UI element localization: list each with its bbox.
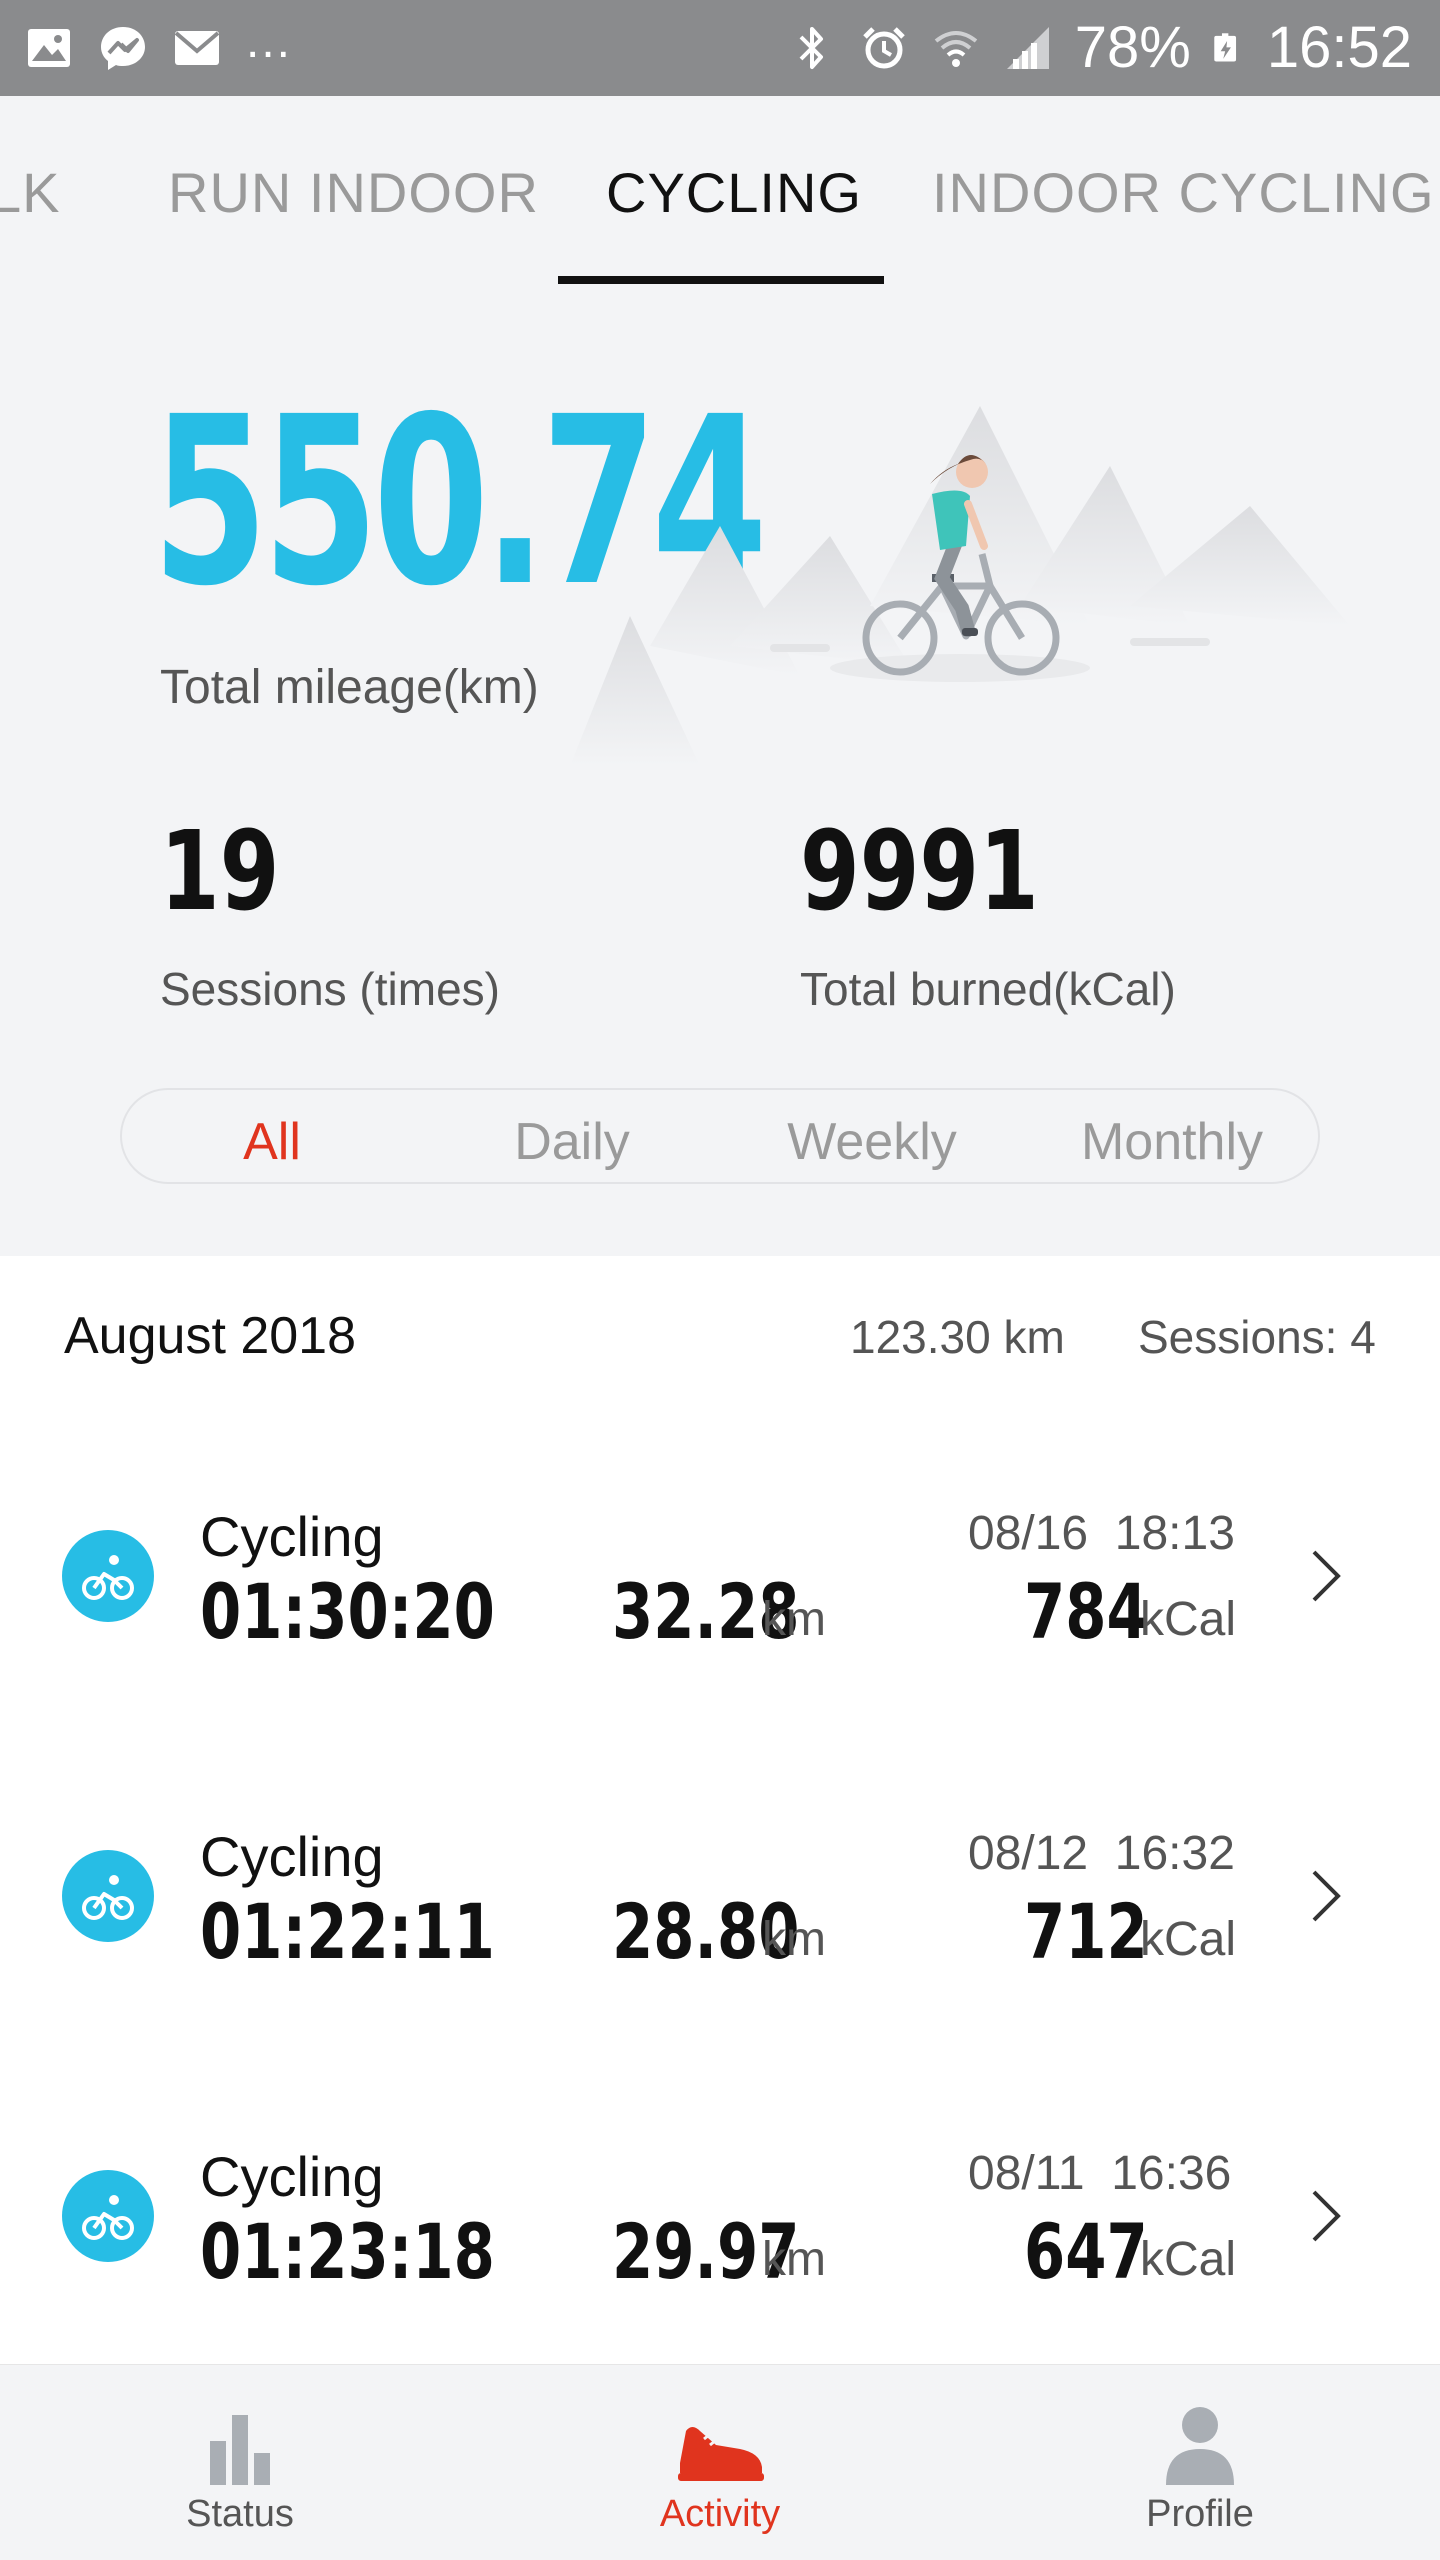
period-all-button[interactable]: All [122, 1112, 422, 1172]
nav-activity[interactable]: Activity [620, 2401, 820, 2536]
cyclist-illustration [570, 406, 1350, 766]
session-duration: 01:30:20 [200, 1567, 495, 1656]
clock: 16:52 [1266, 15, 1412, 80]
wifi-icon [934, 31, 977, 67]
chevron-right-icon[interactable] [1304, 1864, 1348, 1928]
shoe-icon [678, 2427, 764, 2481]
tab-cycling[interactable]: CYCLING [606, 160, 862, 225]
session-title: Cycling [200, 1825, 384, 1888]
distance-unit: km [762, 2233, 826, 2286]
sessions-list: August 2018 123.30 km Sessions: 4 Cyclin… [0, 1256, 1440, 2364]
calories-unit: kCal [1140, 2233, 1237, 2286]
distance-unit: km [762, 1593, 826, 1646]
cycling-icon [62, 1530, 154, 1622]
session-calories: 647 [1024, 2207, 1148, 2296]
session-calories: 784 [1024, 1567, 1148, 1656]
session-row[interactable]: Cycling 08/12 16:32 01:22:11 28.80 km 71… [0, 1746, 1440, 2066]
period-weekly-button[interactable]: Weekly [722, 1112, 1022, 1172]
messenger-icon [101, 27, 145, 70]
more-notifications: ... [246, 15, 293, 68]
battery-percent: 78% [1074, 15, 1191, 80]
battery-charging-icon [1214, 33, 1236, 62]
chevron-right-icon[interactable] [1304, 2184, 1348, 2248]
month-sessions: Sessions: 4 [1138, 1311, 1376, 1363]
bar-chart-icon [210, 2415, 270, 2485]
period-filter: All Daily Weekly Monthly [120, 1088, 1320, 1184]
cycling-icon [62, 1850, 154, 1942]
session-title: Cycling [200, 1505, 384, 1568]
total-mileage-label: Total mileage(km) [160, 661, 539, 714]
month-distance: 123.30 km [850, 1311, 1065, 1363]
session-date: 08/11 16:36 [968, 2147, 1232, 2200]
bluetooth-icon [799, 27, 823, 69]
summary-section: 550.74 Total mileage(km) 19 Sessions (ti… [0, 286, 1440, 1256]
tab-walk[interactable]: LK [0, 160, 61, 225]
notification-icons: ... [24, 18, 292, 78]
calories-unit: kCal [1140, 1913, 1237, 1966]
nav-profile[interactable]: Profile [1100, 2401, 1300, 2536]
sessions-count-value: 19 [160, 807, 280, 935]
session-date: 08/16 18:13 [968, 1507, 1235, 1560]
gallery-icon [28, 29, 70, 67]
nav-profile-label: Profile [1146, 2493, 1254, 2535]
total-burned-value: 9991 [800, 807, 1039, 935]
session-calories: 712 [1024, 1887, 1148, 1976]
session-row[interactable]: Cycling 08/11 16:36 01:23:18 29.97 km 64… [0, 2066, 1440, 2386]
bottom-navigation: Status Activity Profile [0, 2364, 1440, 2560]
session-duration: 01:23:18 [200, 2207, 495, 2296]
tab-run-indoor[interactable]: RUN INDOOR [168, 160, 539, 225]
signal-icon [1006, 27, 1049, 69]
distance-unit: km [762, 1913, 826, 1966]
nav-status[interactable]: Status [140, 2401, 340, 2536]
nav-status-label: Status [186, 2493, 294, 2535]
session-date: 08/12 16:32 [968, 1827, 1235, 1880]
status-bar: ... 78% 16:52 [0, 0, 1440, 96]
active-tab-indicator [558, 276, 884, 284]
session-duration: 01:22:11 [200, 1887, 495, 1976]
month-title: August 2018 [64, 1307, 357, 1365]
person-icon [1166, 2407, 1234, 2485]
sessions-count-label: Sessions (times) [160, 963, 500, 1015]
session-title: Cycling [200, 2145, 384, 2208]
calories-unit: kCal [1140, 1593, 1237, 1646]
activity-type-tabs: LK RUN INDOOR CYCLING INDOOR CYCLING [0, 96, 1440, 286]
mail-icon [174, 31, 220, 65]
tab-indoor-cycling[interactable]: INDOOR CYCLING [932, 160, 1435, 225]
session-row[interactable]: Cycling 08/16 18:13 01:30:20 32.28 km 78… [0, 1426, 1440, 1746]
nav-activity-label: Activity [659, 2493, 781, 2535]
system-status: 78% 16:52 [787, 14, 1412, 82]
cycling-icon [62, 2170, 154, 2262]
period-daily-button[interactable]: Daily [422, 1112, 722, 1172]
chevron-right-icon[interactable] [1304, 1544, 1348, 1608]
period-monthly-button[interactable]: Monthly [1022, 1112, 1322, 1172]
alarm-icon [862, 27, 905, 69]
total-burned-label: Total burned(kCal) [800, 963, 1176, 1015]
